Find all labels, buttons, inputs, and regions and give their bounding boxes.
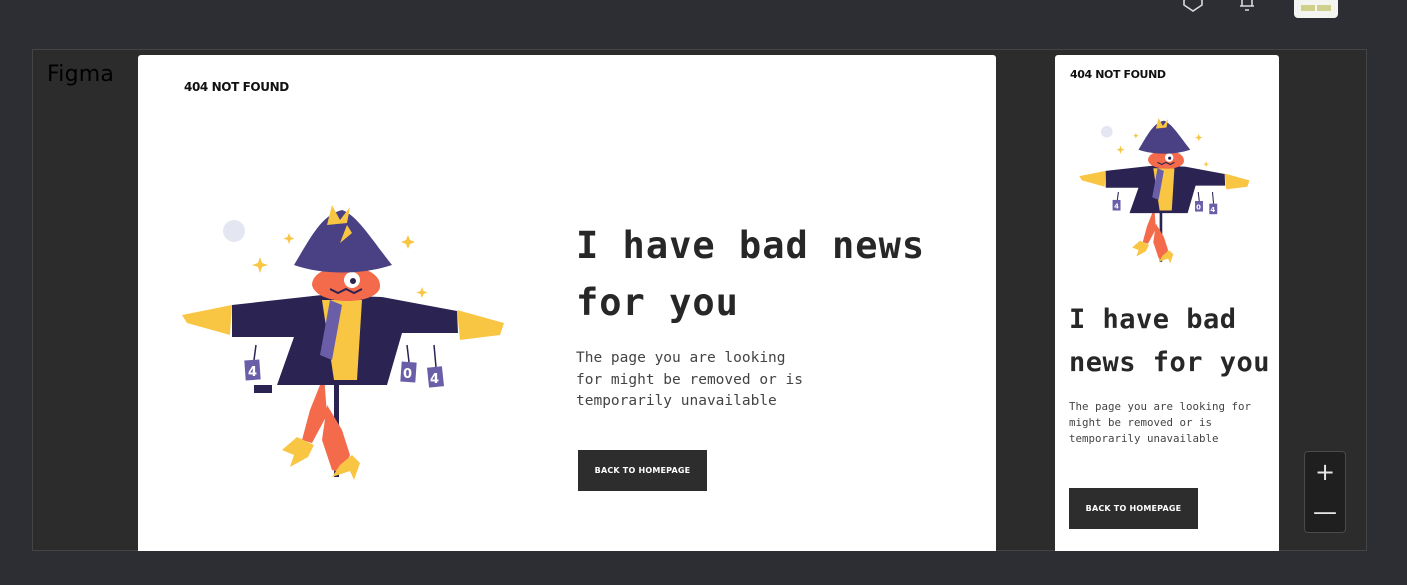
back-to-homepage-button[interactable]: BACK TO HOMEPAGE xyxy=(1069,488,1198,529)
share-icon[interactable] xyxy=(1181,0,1205,14)
figma-canvas[interactable]: Figma 404 NOT FOUND 4 0 4 I have bad new… xyxy=(32,49,1367,551)
canvas-label: Figma xyxy=(47,62,115,87)
moon-dot xyxy=(223,220,245,242)
page-description: The page you are looking for might be re… xyxy=(1069,400,1252,445)
svg-text:4: 4 xyxy=(1210,206,1215,214)
page-description: The page you are looking for might be re… xyxy=(576,350,803,409)
scarecrow-illustration: 4 0 4 xyxy=(1079,118,1250,264)
zoom-out-button[interactable]: — xyxy=(1305,492,1345,532)
svg-text:4: 4 xyxy=(1114,202,1119,210)
mobile-frame[interactable]: 404 NOT FOUND 4 0 4 I have bad news for … xyxy=(1055,55,1279,551)
svg-text:4: 4 xyxy=(248,365,257,380)
desktop-frame[interactable]: 404 NOT FOUND 4 0 4 I have bad news for … xyxy=(138,55,996,551)
brand-logo[interactable]: 404 NOT FOUND xyxy=(1070,68,1166,81)
page-headline: I have bad news for you xyxy=(1069,304,1271,378)
page-headline: I have bad news for you xyxy=(576,224,926,324)
back-to-homepage-button[interactable]: BACK TO HOMEPAGE xyxy=(578,450,707,491)
file-thumbnail[interactable] xyxy=(1294,0,1338,18)
scarecrow-illustration: 4 0 4 xyxy=(182,205,504,480)
bell-icon[interactable] xyxy=(1235,0,1259,14)
svg-text:0: 0 xyxy=(1196,203,1201,211)
svg-text:0: 0 xyxy=(403,367,412,382)
brand-logo[interactable]: 404 NOT FOUND xyxy=(184,80,289,94)
zoom-controls: + — xyxy=(1304,451,1346,533)
svg-text:4: 4 xyxy=(430,372,439,387)
zoom-in-button[interactable]: + xyxy=(1305,452,1345,492)
